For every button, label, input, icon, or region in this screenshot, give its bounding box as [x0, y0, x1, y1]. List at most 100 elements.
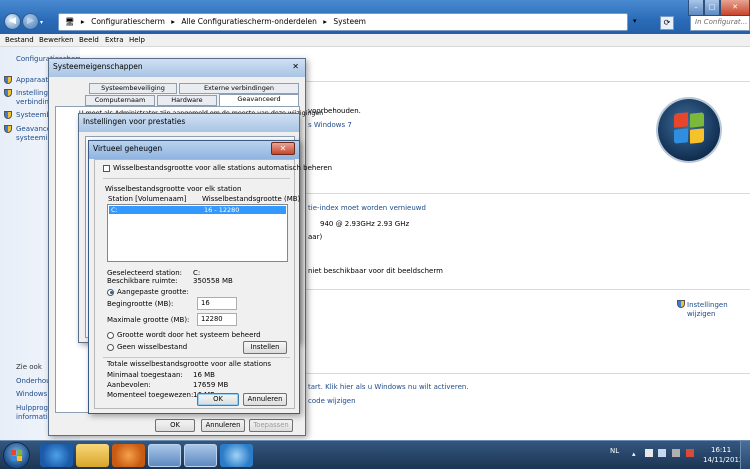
no-paging-file-label: Geen wisselbestand	[117, 343, 188, 351]
pen-touch-value: niet beschikbaar voor dit beeldscherm	[308, 267, 443, 275]
language-indicator[interactable]: NL	[610, 447, 619, 455]
shield-icon	[4, 125, 12, 135]
drive-letter: C:	[111, 206, 118, 214]
security-alert-icon[interactable]	[686, 449, 694, 457]
address-dropdown-icon[interactable]: ▾	[633, 17, 637, 25]
selected-drive-label: Geselecteerd station:	[107, 269, 183, 277]
menu-item-help[interactable]: Help	[129, 36, 145, 44]
menu-item-bewerken[interactable]: Bewerken	[39, 36, 74, 44]
dialog-body: Wisselbestandsgrootte voor alle stations…	[94, 159, 332, 409]
change-product-key-link[interactable]: code wijzigen	[308, 397, 356, 405]
minimize-button[interactable]: –	[688, 0, 704, 16]
clock-time[interactable]: 16:11	[711, 446, 731, 454]
max-size-input[interactable]: 12280	[197, 313, 237, 326]
clock-date[interactable]: 14/11/2013	[703, 456, 743, 464]
ok-button[interactable]: OK	[197, 393, 239, 406]
cancel-button[interactable]: Annuleren	[201, 419, 245, 432]
more-features-link[interactable]: s Windows 7	[308, 121, 352, 129]
volume-icon[interactable]	[672, 449, 680, 457]
close-button[interactable]: ✕	[271, 142, 295, 155]
refresh-icon[interactable]: ⟳	[660, 16, 674, 30]
divider	[103, 357, 290, 358]
free-space-value: 350558 MB	[193, 277, 233, 285]
folder-icon[interactable]	[76, 444, 109, 467]
action-center-flag-icon[interactable]	[645, 449, 653, 457]
auto-manage-checkbox[interactable]	[103, 164, 110, 172]
virtual-memory-dialog: Virtueel geheugen ✕ Wisselbestandsgroott…	[88, 140, 332, 414]
recommended-label: Aanbevolen:	[107, 381, 151, 389]
shield-icon	[4, 76, 12, 86]
menu-item-extra[interactable]: Extra	[105, 36, 123, 44]
no-paging-file-radio[interactable]	[107, 343, 114, 351]
dialog-titlebar: Virtueel geheugen	[89, 141, 299, 159]
dialog-title: Instellingen voor prestaties	[83, 117, 186, 126]
show-desktop-button[interactable]	[740, 441, 750, 469]
cancel-button[interactable]: Annuleren	[243, 393, 287, 406]
auto-manage-label: Wisselbestandsgrootte voor alle stations…	[113, 164, 333, 172]
breadcrumb-sep-icon: ▸	[171, 17, 176, 26]
processor-value: 940 @ 2.93GHz 2.93 GHz	[320, 220, 410, 228]
divider	[300, 193, 750, 194]
control-panel-icon[interactable]	[148, 444, 181, 467]
initial-size-input[interactable]: 16	[197, 297, 237, 310]
breadcrumb-sep-icon: ▸	[80, 17, 85, 26]
set-button[interactable]: Instellen	[243, 341, 287, 354]
min-allowed-label: Minimaal toegestaan:	[107, 371, 183, 379]
initial-size-label: Begingrootte (MB):	[107, 300, 174, 308]
breadcrumb-item[interactable]: Alle Configuratiescherm-onderdelen	[181, 17, 316, 26]
app-icon[interactable]	[220, 444, 253, 467]
free-space-label: Beschikbare ruimte:	[107, 277, 178, 285]
breadcrumb-item[interactable]: Systeem	[333, 17, 366, 26]
total-size-heading: Totale wisselbestandsgrootte voor alle s…	[107, 360, 272, 368]
maximize-button[interactable]: □	[704, 0, 720, 16]
close-icon[interactable]: ✕	[292, 62, 299, 71]
tab-system-protection[interactable]: Systeembeveiliging	[89, 83, 177, 94]
menu-item-bestand[interactable]: Bestand	[5, 36, 34, 44]
media-player-icon[interactable]	[112, 444, 145, 467]
recent-pages-chevron-icon[interactable]: ▾	[40, 19, 43, 26]
rating-refresh-link[interactable]: tie-index moet worden vernieuwd	[308, 204, 426, 212]
system-managed-radio[interactable]	[107, 331, 114, 339]
drive-list[interactable]: C: 16 - 12280	[107, 204, 288, 262]
change-settings-link[interactable]: Instellingen	[687, 301, 728, 309]
internet-explorer-icon[interactable]	[40, 444, 73, 467]
divider	[300, 373, 750, 374]
divider	[300, 81, 750, 82]
tray-chevron-icon[interactable]: ▴	[632, 450, 636, 458]
tab-hardware[interactable]: Hardware	[157, 95, 217, 106]
system-properties-icon[interactable]	[184, 444, 217, 467]
forward-button[interactable]: ▶	[22, 13, 39, 30]
tab-remote[interactable]: Externe verbindingen	[179, 83, 299, 94]
custom-size-radio[interactable]	[107, 288, 114, 296]
divider	[103, 178, 290, 179]
tab-advanced[interactable]: Geavanceerd	[219, 94, 299, 106]
min-allowed-value: 16 MB	[193, 371, 215, 379]
selected-drive-value: C:	[193, 269, 201, 277]
back-button[interactable]: ◀	[4, 13, 21, 30]
list-item[interactable]: C: 16 - 12280	[109, 206, 286, 214]
ok-button[interactable]: OK	[155, 419, 195, 432]
change-settings-link-cont[interactable]: wijzigen	[687, 310, 715, 318]
column-header-station: Station [Volumenaam]	[108, 195, 187, 203]
currently-allocated-label: Momenteel toegewezen:	[107, 391, 194, 399]
computer-icon: 🖥	[65, 17, 75, 26]
activate-windows-link[interactable]: tart. Klik hier als u Windows nu wilt ac…	[308, 383, 469, 391]
tab-computer-name[interactable]: Computernaam	[85, 95, 155, 106]
start-button[interactable]	[3, 442, 30, 469]
system-type-value: aar)	[308, 233, 323, 241]
shield-icon	[4, 89, 12, 99]
dialog-titlebar: Systeemeigenschappen	[49, 59, 305, 77]
menu-item-beeld[interactable]: Beeld	[79, 36, 99, 44]
system-managed-label: Grootte wordt door het systeem beheerd	[117, 331, 261, 339]
apply-button[interactable]: Toepassen	[249, 419, 293, 432]
drive-size-range: 16 - 12280	[204, 206, 240, 214]
shield-icon	[4, 111, 12, 121]
dialog-title: Systeemeigenschappen	[53, 62, 143, 71]
custom-size-label: Aangepaste grootte:	[117, 288, 189, 296]
max-size-label: Maximale grootte (MB):	[107, 316, 190, 324]
address-bar[interactable]: 🖥 ▸ Configuratiescherm ▸ Alle Configurat…	[58, 13, 628, 31]
breadcrumb-item[interactable]: Configuratiescherm	[91, 17, 165, 26]
network-icon[interactable]	[658, 449, 666, 457]
close-button[interactable]: ✕	[720, 0, 750, 16]
per-drive-heading: Wisselbestandsgrootte voor elk station	[105, 185, 242, 193]
